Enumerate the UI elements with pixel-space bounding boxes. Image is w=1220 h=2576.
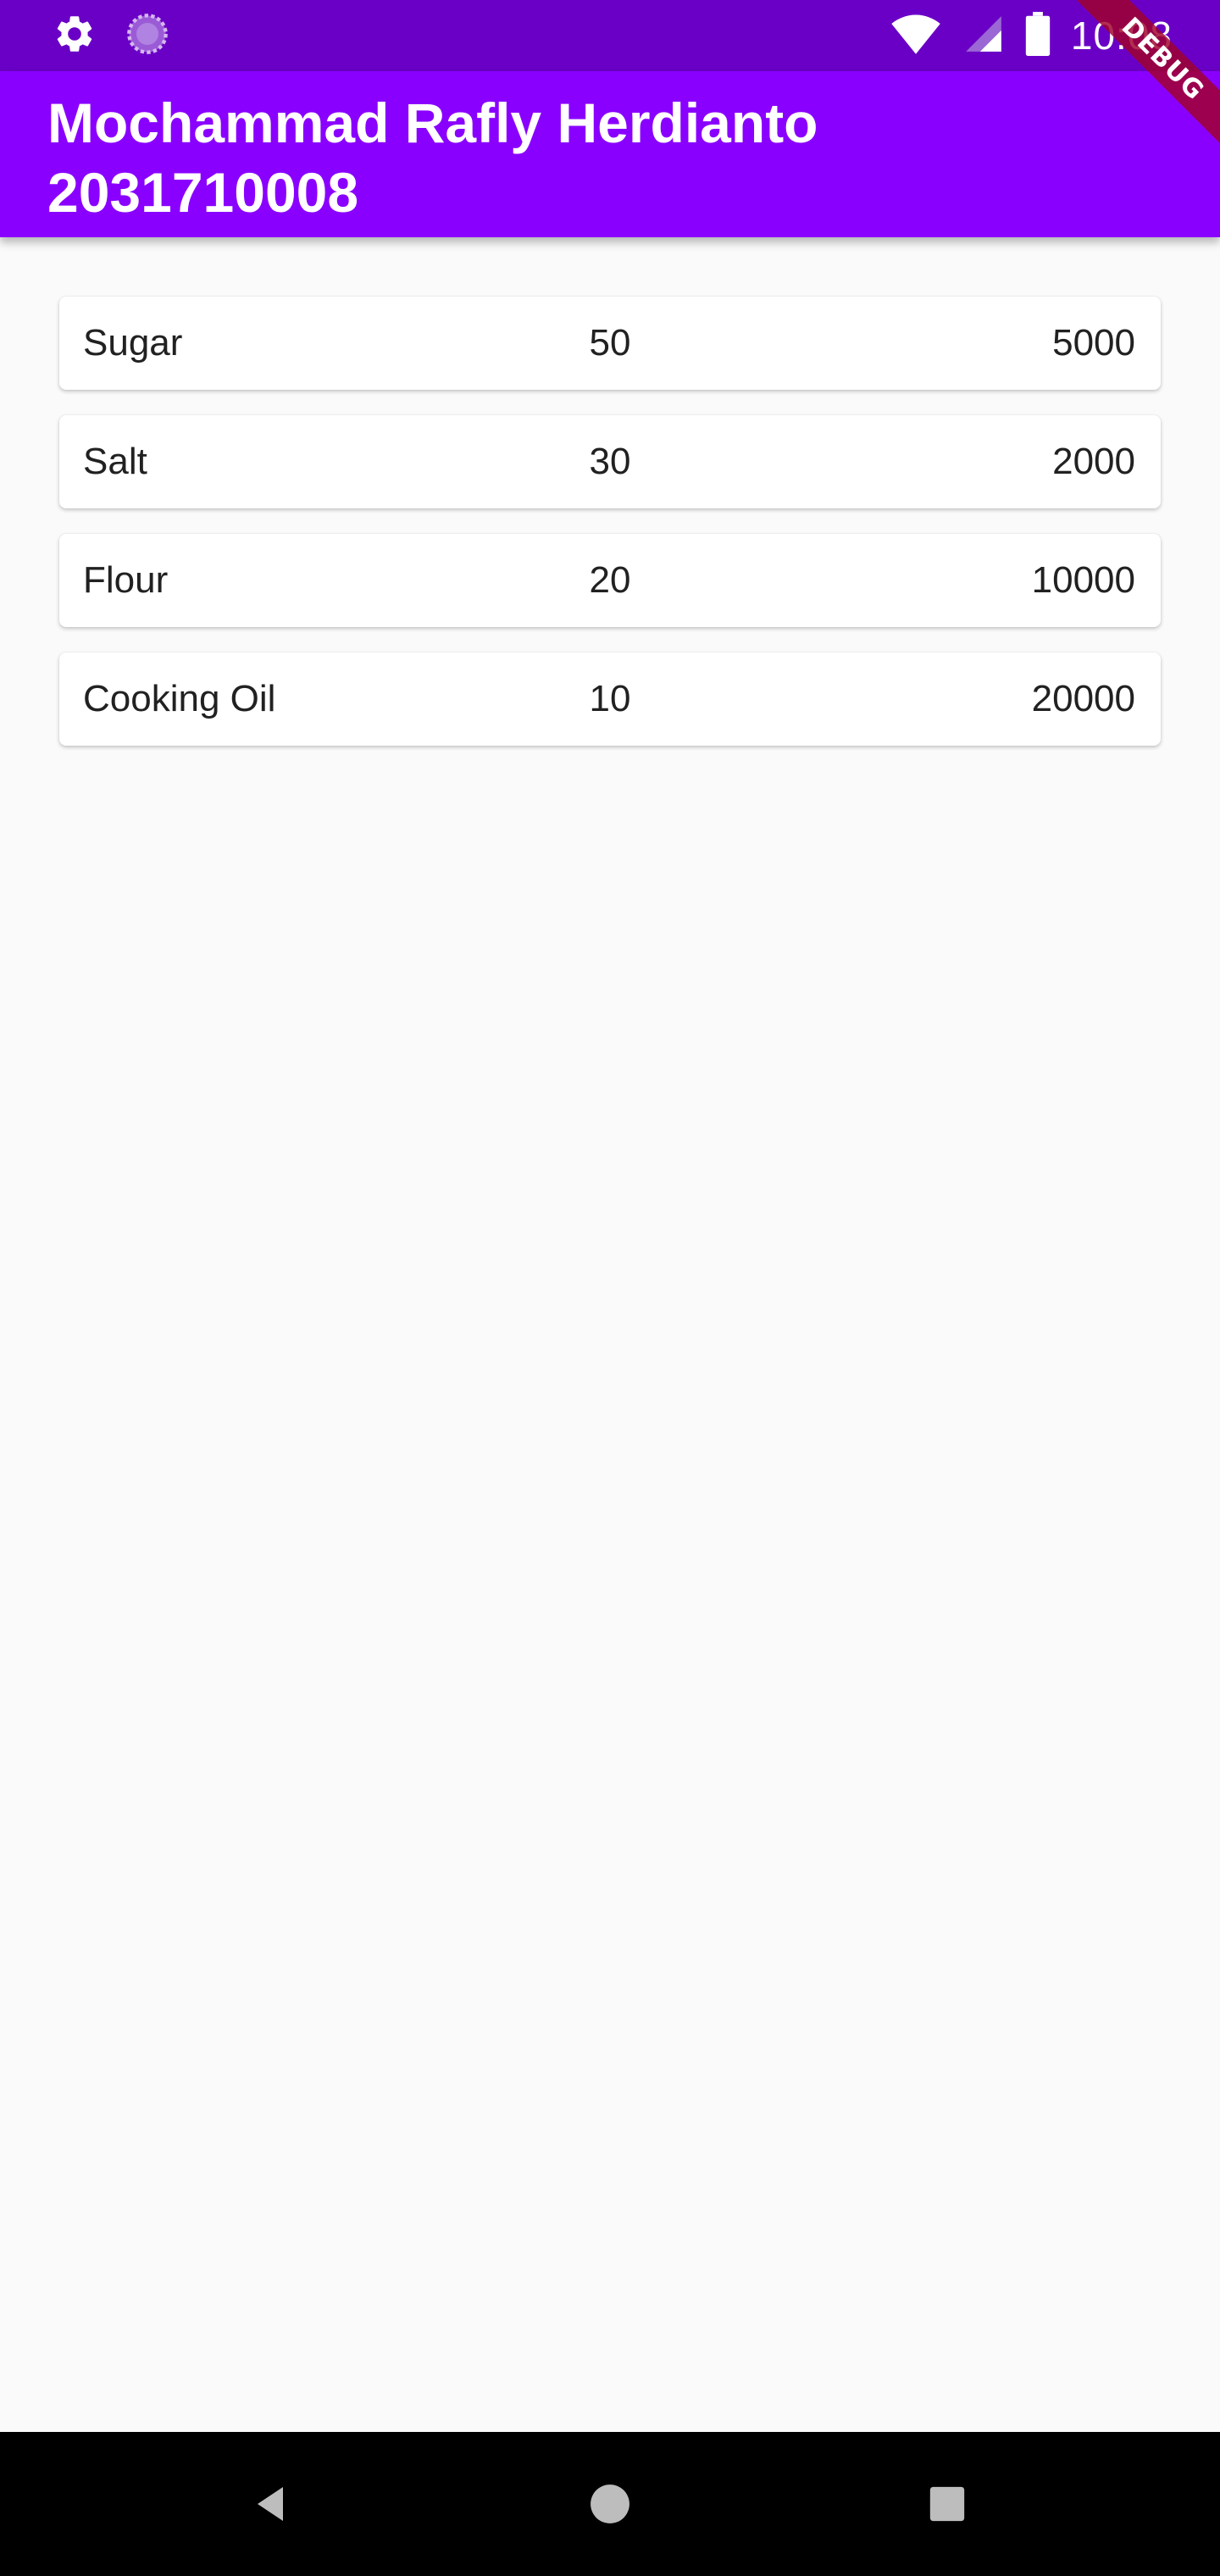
item-quantity: 30 (589, 441, 631, 482)
item-price: 10000 (1031, 559, 1135, 601)
app-bar: Mochammad Rafly Herdianto 2031710008 (0, 71, 1220, 237)
back-icon[interactable] (237, 2470, 305, 2538)
gear-icon (53, 12, 97, 60)
list-item[interactable]: Sugar 50 5000 (59, 297, 1161, 390)
item-quantity: 20 (589, 559, 631, 601)
wifi-icon (890, 13, 942, 59)
item-price: 5000 (1052, 322, 1135, 364)
item-price: 2000 (1052, 441, 1135, 482)
item-price: 20000 (1031, 678, 1135, 719)
item-list: Sugar 50 5000 Salt 30 2000 Flour 20 1000… (59, 297, 1161, 771)
signal-icon (962, 13, 1005, 59)
navigation-bar (0, 2432, 1220, 2576)
loading-icon (125, 12, 169, 60)
home-icon[interactable] (576, 2470, 644, 2538)
status-bar: 10:08 (0, 0, 1220, 71)
app-title: Mochammad Rafly Herdianto 2031710008 (47, 92, 818, 224)
item-quantity: 10 (589, 678, 631, 719)
recents-icon[interactable] (913, 2470, 981, 2538)
app-screen: 10:08 Mochammad Rafly Herdianto 20317100… (0, 0, 1220, 2576)
item-quantity: 50 (589, 322, 631, 364)
list-item[interactable]: Flour 20 10000 (59, 534, 1161, 627)
list-item[interactable]: Salt 30 2000 (59, 415, 1161, 508)
status-time: 10:08 (1070, 14, 1173, 58)
list-item[interactable]: Cooking Oil 10 20000 (59, 652, 1161, 746)
battery-icon (1025, 11, 1051, 60)
